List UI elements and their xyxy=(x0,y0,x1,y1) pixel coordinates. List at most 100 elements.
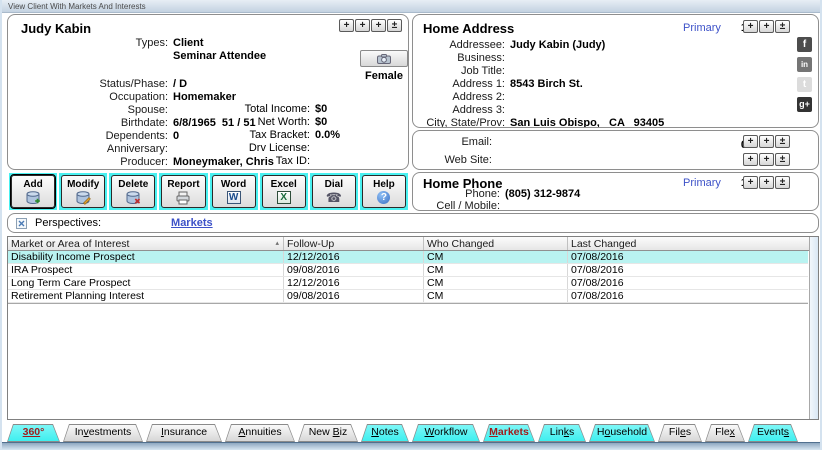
field-value: / D xyxy=(173,77,188,90)
table-body: Disability Income Prospect 12/12/2016 CM… xyxy=(8,251,808,419)
tab-flex[interactable]: Flex xyxy=(705,424,745,442)
home-address-panel: Home Address Primary 1 + + ± f in t g+ A… xyxy=(412,14,819,128)
field-row-type2: Seminar Attendee xyxy=(8,49,408,62)
nav-next-button[interactable]: + xyxy=(371,19,386,32)
sort-ascending-icon: ▴ xyxy=(275,240,279,247)
tab-360[interactable]: 360° xyxy=(7,424,60,442)
nav-prev-button[interactable]: + xyxy=(743,20,758,33)
telephone-icon: ☎ xyxy=(325,190,342,205)
window-titlebar: View Client With Markets And Interests xyxy=(2,0,820,13)
vertical-scrollbar[interactable] xyxy=(809,237,818,419)
nav-prev-button[interactable]: + xyxy=(743,153,758,166)
database-edit-icon xyxy=(75,190,92,205)
field-label: City, State/Prov: xyxy=(426,116,505,128)
tab-markets[interactable]: Markets xyxy=(483,424,535,442)
tab-links[interactable]: Links xyxy=(538,424,586,442)
word-button[interactable]: Word W xyxy=(211,175,256,208)
column-header-follow-up[interactable]: Follow-Up xyxy=(284,237,424,250)
field-value: $0 xyxy=(315,116,328,128)
tab-household[interactable]: Household xyxy=(589,424,655,442)
nav-next-button[interactable]: + xyxy=(759,153,774,166)
window-bottom-frame xyxy=(2,442,820,450)
field-value: San Luis Obispo, CA 93405 xyxy=(510,116,665,128)
field-row-phone: Phone: (805) 312-9874 xyxy=(413,188,818,200)
nav-first-button[interactable]: + xyxy=(339,19,354,32)
field-label: Address 3: xyxy=(452,103,505,116)
client-fields: Types: Client Seminar Attendee Status/Ph… xyxy=(8,36,408,168)
tab-investments[interactable]: Investments xyxy=(63,424,143,442)
tab-annuities[interactable]: Annuities xyxy=(225,424,295,442)
tab-new-biz[interactable]: New Biz xyxy=(298,424,358,442)
address-panel-title: Home Address xyxy=(423,21,515,36)
field-label: Types: xyxy=(135,36,168,49)
field-label: Phone: xyxy=(465,188,500,200)
address-primary-link[interactable]: Primary xyxy=(683,22,721,34)
nav-last-button[interactable]: ± xyxy=(387,19,402,32)
client-name: Judy Kabin xyxy=(21,21,92,36)
nav-last-button[interactable]: ± xyxy=(775,135,790,148)
field-label: Address 2: xyxy=(452,90,505,103)
app-window: View Client With Markets And Interests J… xyxy=(0,0,822,450)
table-row[interactable]: Retirement Planning Interest 09/08/2016 … xyxy=(8,290,808,303)
table-row[interactable]: Disability Income Prospect 12/12/2016 CM… xyxy=(8,251,808,264)
excel-button[interactable]: Excel X xyxy=(261,175,306,208)
field-label: Cell / Mobile: xyxy=(436,200,500,211)
help-button[interactable]: Help ? xyxy=(361,175,406,208)
column-header-last-changed[interactable]: Last Changed xyxy=(568,237,818,250)
address-record-nav: + + ± xyxy=(743,20,790,33)
field-row-cell-mobile: Cell / Mobile: xyxy=(413,200,818,211)
column-header-market[interactable]: Market or Area of Interest ▴ xyxy=(8,237,284,250)
field-label: Occupation: xyxy=(109,90,168,103)
nav-last-button[interactable]: ± xyxy=(775,20,790,33)
excel-spreadsheet-icon: X xyxy=(276,191,291,205)
modify-button[interactable]: Modify xyxy=(61,175,106,208)
field-label: Drv License: xyxy=(248,142,310,154)
database-delete-icon xyxy=(125,190,141,205)
tab-files[interactable]: Files xyxy=(658,424,702,442)
field-row-business: Business: xyxy=(413,51,818,64)
field-row-address2: Address 2: xyxy=(413,90,818,103)
nav-prev-button[interactable]: + xyxy=(355,19,370,32)
field-label: Business: xyxy=(457,51,505,64)
field-label: Net Worth: xyxy=(257,116,310,128)
add-button[interactable]: Add xyxy=(9,174,57,209)
field-label: Dependents: xyxy=(105,129,168,142)
field-row-anniversary: Anniversary: Drv License: xyxy=(8,142,408,155)
table-row[interactable]: Long Term Care Prospect 12/12/2016 CM 07… xyxy=(8,277,808,290)
field-value: 0.0% xyxy=(315,129,341,141)
field-row-job-title: Job Title: xyxy=(413,64,818,77)
delete-button[interactable]: Delete xyxy=(111,175,156,208)
nav-prev-button[interactable]: + xyxy=(743,135,758,148)
table-row[interactable]: IRA Prospect 09/08/2016 CM 07/08/2016 xyxy=(8,264,808,277)
field-row-city-state: City, State/Prov: San Luis Obispo, CA 93… xyxy=(413,116,818,128)
email-record-nav: + + ± xyxy=(743,135,790,148)
report-button[interactable]: Report xyxy=(161,175,206,208)
perspectives-icon[interactable] xyxy=(16,217,27,229)
nav-next-button[interactable]: + xyxy=(759,135,774,148)
field-row-birthdate: Birthdate: 6/8/1965 51 / 51 Net Worth: $… xyxy=(8,116,408,129)
toolbar: Add Modify Delete Report Word W Excel X xyxy=(9,173,408,210)
field-label: Tax ID: xyxy=(275,155,310,167)
perspectives-panel: Perspectives: Markets xyxy=(7,213,819,233)
perspectives-markets-link[interactable]: Markets xyxy=(171,217,213,229)
tab-events[interactable]: Events xyxy=(748,424,798,442)
field-value: (805) 312-9874 xyxy=(505,188,581,200)
field-value: Judy Kabin (Judy) xyxy=(510,38,606,51)
perspectives-label: Perspectives: xyxy=(35,217,102,229)
field-label: Total Income: xyxy=(244,103,310,115)
tab-notes[interactable]: Notes xyxy=(361,424,409,442)
client-summary-panel: Judy Kabin + + + ± Female Types: Client … xyxy=(7,14,409,170)
field-label: Tax Bracket: xyxy=(249,129,310,141)
dial-button[interactable]: Dial ☎ xyxy=(311,175,356,208)
tab-insurance[interactable]: Insurance xyxy=(146,424,222,442)
nav-next-button[interactable]: + xyxy=(759,20,774,33)
field-value: $0 xyxy=(315,103,328,115)
field-row-dependents: Dependents: 0 Tax Bracket: 0.0% xyxy=(8,129,408,142)
tab-workflow[interactable]: Workflow xyxy=(412,424,480,442)
field-value: 8543 Birch St. xyxy=(510,77,583,90)
column-header-who-changed[interactable]: Who Changed xyxy=(424,237,568,250)
field-row-address3: Address 3: xyxy=(413,103,818,116)
field-label: Email: xyxy=(461,135,492,148)
field-row-status-phase: Status/Phase: / D xyxy=(8,77,408,90)
nav-last-button[interactable]: ± xyxy=(775,153,790,166)
